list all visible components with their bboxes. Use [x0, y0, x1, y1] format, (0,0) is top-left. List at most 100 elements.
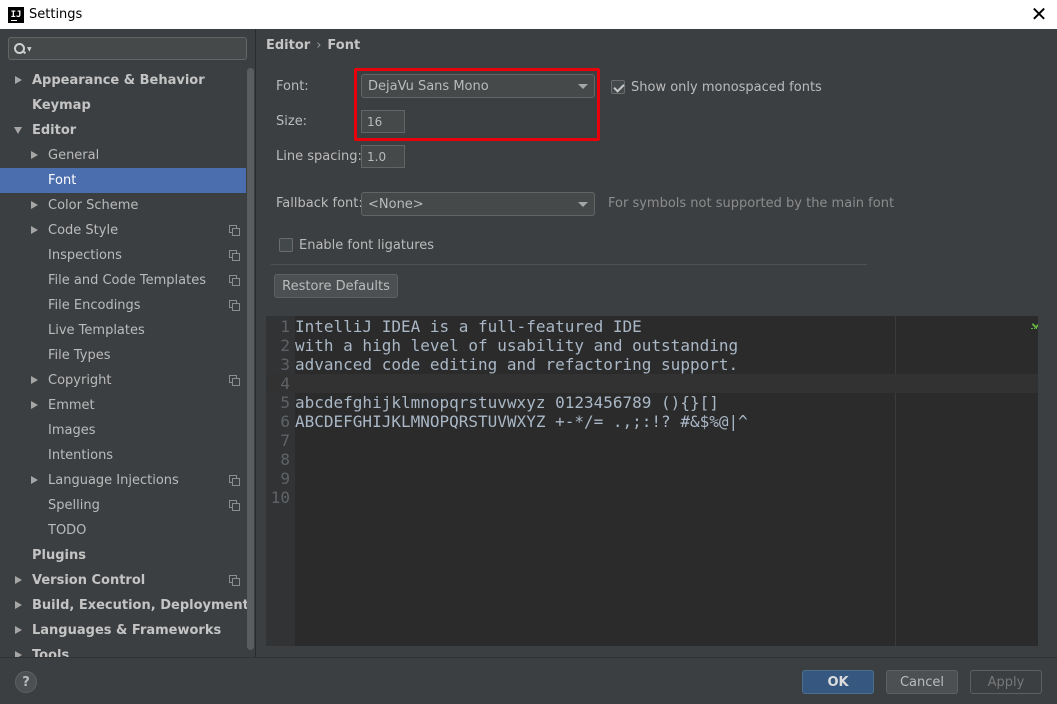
sidebar-item-build-execution-deployment[interactable]: Build, Execution, Deployment	[0, 593, 249, 618]
chevron-down-icon[interactable]	[14, 127, 22, 134]
editor-line[interactable]: 9	[266, 469, 1047, 488]
apply-button[interactable]: Apply	[970, 670, 1042, 694]
sidebar-item-label: Appearance & Behavior	[32, 73, 205, 88]
line-text: abcdefghijklmnopqrstuvwxyz 0123456789 ()…	[295, 393, 719, 412]
sidebar-item-font[interactable]: Font	[0, 168, 246, 193]
fallback-font-combo[interactable]: <None>	[361, 192, 595, 216]
sidebar-item-inspections[interactable]: Inspections	[0, 243, 246, 268]
sidebar-item-label: Tools	[32, 648, 70, 657]
editor-line[interactable]: 4	[266, 374, 1047, 393]
copy-icon	[229, 300, 240, 311]
sidebar-item-plugins[interactable]: Plugins	[0, 543, 246, 568]
ligatures-label[interactable]: Enable font ligatures	[299, 238, 434, 253]
copy-icon	[229, 275, 240, 286]
sidebar-item-editor[interactable]: Editor	[0, 118, 246, 143]
sidebar-item-label: Languages & Frameworks	[32, 623, 222, 638]
sidebar-item-emmet[interactable]: Emmet	[0, 393, 246, 418]
chevron-right-icon[interactable]	[31, 226, 38, 234]
font-preview-editor[interactable]: 1 IntelliJ IDEA is a full-featured IDE 2 wi…	[266, 316, 1047, 646]
size-field[interactable]: 16	[361, 110, 405, 133]
editor-scrollbar[interactable]	[1038, 316, 1047, 646]
line-number: 6	[280, 412, 290, 431]
line-number: 10	[270, 488, 290, 507]
sidebar-item-general[interactable]: General	[0, 143, 246, 168]
sidebar-item-todo[interactable]: TODO	[0, 518, 246, 543]
sidebar-item-languages-frameworks[interactable]: Languages & Frameworks	[0, 618, 246, 643]
monospaced-label[interactable]: Show only monospaced fonts	[631, 80, 822, 95]
chevron-down-icon	[578, 84, 588, 89]
sidebar-item-label: Language Injections	[48, 473, 179, 488]
sidebar-item-tools[interactable]: Tools	[0, 643, 246, 657]
chevron-right-icon[interactable]	[15, 626, 22, 634]
editor-line[interactable]: 7	[266, 431, 1047, 450]
sidebar-item-language-injections[interactable]: Language Injections	[0, 468, 246, 493]
sidebar-item-spelling[interactable]: Spelling	[0, 493, 246, 518]
search-input[interactable]	[31, 41, 246, 56]
chevron-right-icon[interactable]	[15, 76, 22, 84]
sidebar-item-file-types[interactable]: File Types	[0, 343, 246, 368]
sidebar-item-version-control[interactable]: Version Control	[0, 568, 246, 593]
sidebar-scrollbar-thumb[interactable]	[247, 68, 254, 650]
sidebar-item-label: Font	[48, 173, 77, 188]
copy-icon	[229, 575, 240, 586]
sidebar-item-color-scheme[interactable]: Color Scheme	[0, 193, 246, 218]
sidebar-item-file-and-code-templates[interactable]: File and Code Templates	[0, 268, 246, 293]
sidebar-item-label: Color Scheme	[48, 198, 139, 213]
breadcrumb-parent[interactable]: Editor	[266, 38, 310, 53]
search-icon[interactable]	[13, 42, 29, 56]
chevron-right-icon[interactable]	[31, 476, 38, 484]
size-label: Size:	[276, 114, 308, 129]
line-text: ABCDEFGHIJKLMNOPQRSTUVWXYZ +-*/= .,;:!? …	[295, 412, 748, 431]
chevron-right-icon[interactable]	[15, 576, 22, 584]
editor-line[interactable]: 2 with a high level of usability and outs…	[266, 336, 1047, 355]
ok-button[interactable]: OK	[802, 670, 874, 694]
line-spacing-field[interactable]: 1.0	[361, 145, 405, 168]
sidebar-scrollbar[interactable]	[246, 68, 255, 657]
sidebar-item-appearance-behavior[interactable]: Appearance & Behavior	[0, 68, 246, 93]
breadcrumb-current: Font	[327, 38, 361, 53]
sidebar-item-label: Plugins	[32, 548, 86, 563]
restore-defaults-button[interactable]: Restore Defaults	[274, 274, 398, 298]
fallback-font-value: <None>	[368, 196, 424, 212]
chevron-right-icon[interactable]	[15, 601, 22, 609]
line-text: with a high level of usability and outst…	[295, 336, 739, 355]
line-number: 9	[280, 469, 290, 488]
editor-line[interactable]: 5 abcdefghijklmnopqrstuvwxyz 0123456789 (…	[266, 393, 1047, 412]
line-text: advanced code editing and refactoring su…	[295, 355, 739, 374]
copy-icon	[229, 225, 240, 236]
chevron-right-icon[interactable]	[31, 201, 38, 209]
sidebar-item-label: Editor	[32, 123, 77, 138]
sidebar-item-keymap[interactable]: Keymap	[0, 93, 246, 118]
settings-search[interactable]: ▼	[8, 37, 247, 60]
sidebar-item-label: Images	[48, 423, 96, 438]
editor-line[interactable]: 10	[266, 488, 1047, 507]
chevron-right-icon[interactable]	[31, 401, 38, 409]
sidebar-item-copyright[interactable]: Copyright	[0, 368, 246, 393]
help-button[interactable]: ?	[15, 671, 37, 693]
chevron-right-icon[interactable]	[31, 151, 38, 159]
cancel-button[interactable]: Cancel	[886, 670, 958, 694]
font-combo-value: DejaVu Sans Mono	[368, 78, 489, 94]
copy-icon	[229, 475, 240, 486]
font-settings-panel: Editor › Font Font: DejaVu Sans Mono Show …	[257, 29, 1057, 657]
ligatures-checkbox[interactable]	[279, 238, 293, 252]
sidebar-item-images[interactable]: Images	[0, 418, 246, 443]
chevron-right-icon[interactable]	[31, 376, 38, 384]
sidebar-item-intentions[interactable]: Intentions	[0, 443, 246, 468]
font-combo[interactable]: DejaVu Sans Mono	[361, 74, 595, 98]
sidebar-item-label: Intentions	[48, 448, 114, 463]
sidebar-item-live-templates[interactable]: Live Templates	[0, 318, 246, 343]
window-title: Settings	[29, 7, 83, 22]
editor-line[interactable]: 1 IntelliJ IDEA is a full-featured IDE	[266, 317, 1047, 336]
close-icon[interactable]: ✕	[1029, 4, 1049, 24]
sidebar-item-code-style[interactable]: Code Style	[0, 218, 246, 243]
sidebar-item-file-encodings[interactable]: File Encodings	[0, 293, 246, 318]
editor-line[interactable]: 8	[266, 450, 1047, 469]
copy-icon	[229, 375, 240, 386]
divider	[271, 264, 867, 265]
editor-line[interactable]: 3 advanced code editing and refactoring s…	[266, 355, 1047, 374]
sidebar-item-label: Code Style	[48, 223, 119, 238]
editor-line[interactable]: 6 ABCDEFGHIJKLMNOPQRSTUVWXYZ +-*/= .,;:!?…	[266, 412, 1047, 431]
restore-defaults-label: Restore Defaults	[282, 278, 390, 294]
monospaced-checkbox[interactable]	[611, 80, 625, 94]
